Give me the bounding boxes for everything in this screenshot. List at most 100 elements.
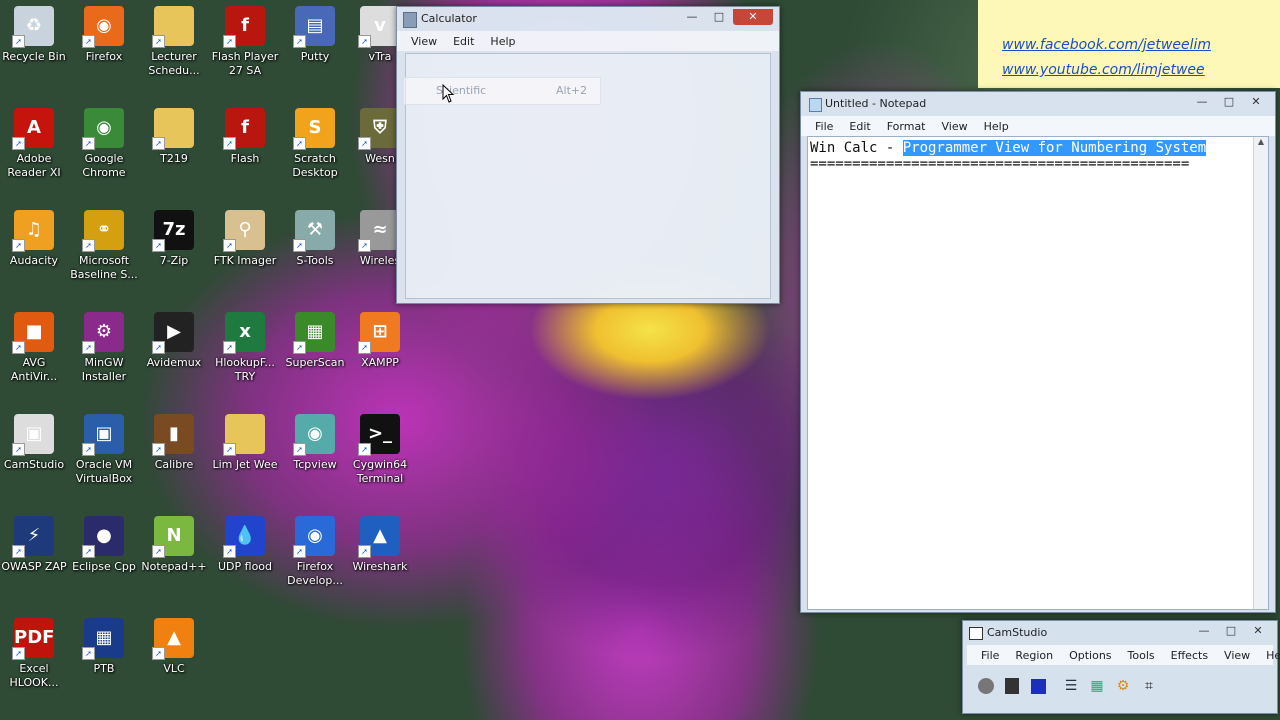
desktop-icon-label: Lecturer Schedu... <box>148 50 200 77</box>
menu-help[interactable]: Help <box>976 120 1017 133</box>
menu-tools[interactable]: Tools <box>1120 649 1163 662</box>
desktop-icon[interactable]: PDF ➚ Excel HLOOK... <box>0 618 68 690</box>
camstudio-window[interactable]: CamStudio — □ ✕ File Region Options Tool… <box>962 620 1280 714</box>
minimize-button[interactable]: — <box>1191 623 1217 639</box>
desktop-icon[interactable]: ▲ ➚ VLC <box>140 618 208 676</box>
region-icon[interactable]: ▦ <box>1087 676 1107 696</box>
desktop-icon[interactable]: ▮ ➚ Calibre <box>140 414 208 472</box>
ptb-icon: ▦ ➚ <box>82 618 124 660</box>
view-dropdown-menu[interactable]: Scientific Alt+2 <box>403 77 601 105</box>
desktop-icon-label: VLC <box>163 662 185 675</box>
calculator-window[interactable]: Calculator — □ ✕ View Edit Help Scientif… <box>396 6 780 304</box>
pause-button[interactable] <box>1002 676 1022 696</box>
menu-view[interactable]: View <box>934 120 976 133</box>
desktop-icon[interactable]: ■ ➚ AVG AntiVir... <box>0 312 68 384</box>
desktop-icon[interactable]: ▣ ➚ Oracle VM VirtualBox <box>70 414 138 486</box>
stop-button[interactable] <box>1028 676 1048 696</box>
desktop-icon[interactable]: x ➚ HlookupF... TRY <box>211 312 279 384</box>
text-line-2: ========================================… <box>810 156 1190 172</box>
desktop-icon[interactable]: ⚲ ➚ FTK Imager <box>211 210 279 268</box>
menu-options[interactable]: Options <box>1061 649 1119 662</box>
minimize-button[interactable]: — <box>679 9 705 25</box>
menu-format[interactable]: Format <box>879 120 934 133</box>
desktop-icon[interactable]: ◉ ➚ Google Chrome <box>70 108 138 180</box>
close-button[interactable]: ✕ <box>733 9 773 25</box>
maximize-button[interactable]: □ <box>1216 94 1242 110</box>
desktop-icon[interactable]: N ➚ Notepad++ <box>140 516 208 574</box>
desktop-icon-label: SuperScan <box>285 356 345 369</box>
youtube-link[interactable]: www.youtube.com/limjetwee <box>1002 62 1205 78</box>
menu-file[interactable]: File <box>973 649 1007 662</box>
folder-icon: ➚ <box>223 414 265 456</box>
desktop-icon[interactable]: ◉ ➚ Firefox <box>70 6 138 64</box>
menu-file[interactable]: File <box>807 120 841 133</box>
chrome-icon: ◉ ➚ <box>82 108 124 150</box>
desktop-icon[interactable]: A ➚ Adobe Reader XI <box>0 108 68 180</box>
settings-gear-icon[interactable]: ⚙ <box>1113 676 1133 696</box>
desktop-icon[interactable]: ➚ T219 <box>140 108 208 166</box>
desktop-icon[interactable]: f ➚ Flash Player 27 SA <box>211 6 279 78</box>
menu-help[interactable]: Help <box>1258 649 1280 662</box>
desktop-icon[interactable]: S ➚ Scratch Desktop <box>281 108 349 180</box>
desktop-icon[interactable]: ◉ ➚ Firefox Develop... <box>281 516 349 588</box>
desktop-icon[interactable]: ♫ ➚ Audacity <box>0 210 68 268</box>
notepad-text-area[interactable]: Win Calc - Programmer View for Numbering… <box>807 136 1269 610</box>
desktop-icon[interactable]: ▶ ➚ Avidemux <box>140 312 208 370</box>
close-button[interactable]: ✕ <box>1245 623 1271 639</box>
desktop-icon[interactable]: ▦ ➚ PTB <box>70 618 138 676</box>
record-button[interactable] <box>976 676 996 696</box>
minimize-button[interactable]: — <box>1189 94 1215 110</box>
desktop-icon[interactable]: ➚ Lim Jet Wee <box>211 414 279 472</box>
facebook-link[interactable]: www.facebook.com/jetweelim <box>1002 37 1211 53</box>
selected-text: Programmer View for Numbering System <box>902 140 1207 156</box>
desktop-icon-label: Calibre <box>154 458 194 471</box>
menu-edit[interactable]: Edit <box>445 35 482 48</box>
audacity-icon: ♫ ➚ <box>12 210 54 252</box>
droplets-icon: 💧 ➚ <box>223 516 265 558</box>
desktop-icon[interactable]: ▣ ➚ CamStudio <box>0 414 68 472</box>
desktop-icon[interactable]: ⊞ ➚ XAMPP <box>346 312 414 370</box>
desktop-icon-label: Wireshark <box>352 560 408 573</box>
menu-region[interactable]: Region <box>1007 649 1061 662</box>
menu-effects[interactable]: Effects <box>1163 649 1216 662</box>
scroll-up-arrow-icon[interactable]: ▲ <box>1254 137 1268 146</box>
camstudio-toolbar: ☰ ▦ ⚙ ⌗ <box>973 673 1162 699</box>
notepad-app-icon <box>809 98 822 112</box>
putty-icon: ▤ ➚ <box>293 6 335 48</box>
desktop-icon[interactable]: >_ ➚ Cygwin64 Terminal <box>346 414 414 486</box>
desktop-icon[interactable]: 7z ➚ 7-Zip <box>140 210 208 268</box>
desktop-icon-label: Oracle VM VirtualBox <box>75 458 133 485</box>
notepad-titlebar[interactable]: Untitled - Notepad — □ ✕ <box>801 92 1275 116</box>
desktop-icon-label: Firefox <box>85 50 123 63</box>
desktop-icon[interactable]: ➚ Lecturer Schedu... <box>140 6 208 78</box>
close-button[interactable]: ✕ <box>1243 94 1269 110</box>
desktop-icon[interactable]: ⚭ ➚ Microsoft Baseline S... <box>70 210 138 282</box>
menu-edit[interactable]: Edit <box>841 120 878 133</box>
firefox-icon: ◉ ➚ <box>82 6 124 48</box>
desktop-icon[interactable]: ▤ ➚ Putty <box>281 6 349 64</box>
maximize-button[interactable]: □ <box>706 9 732 25</box>
camstudio-titlebar[interactable]: CamStudio — □ ✕ <box>963 621 1277 645</box>
desktop-icon[interactable]: ♻ ➚ Recycle Bin <box>0 6 68 64</box>
menu-view[interactable]: View <box>403 35 445 48</box>
calculator-titlebar[interactable]: Calculator — □ ✕ <box>397 7 779 31</box>
desktop-icon-label: Avidemux <box>146 356 202 369</box>
notepad-window[interactable]: Untitled - Notepad — □ ✕ File Edit Forma… <box>800 91 1276 613</box>
desktop-icon[interactable]: ▲ ➚ Wireshark <box>346 516 414 574</box>
terminal-icon: >_ ➚ <box>358 414 400 456</box>
menu-help[interactable]: Help <box>482 35 523 48</box>
desktop-icon[interactable]: ⚒ ➚ S-Tools <box>281 210 349 268</box>
annotation-icon[interactable]: ⌗ <box>1139 676 1159 696</box>
7zip-icon: 7z ➚ <box>152 210 194 252</box>
desktop-icon[interactable]: ● ➚ Eclipse Cpp <box>70 516 138 574</box>
desktop-icon[interactable]: ⚡ ➚ OWASP ZAP <box>0 516 68 574</box>
desktop-icon[interactable]: 💧 ➚ UDP flood <box>211 516 279 574</box>
desktop-icon[interactable]: f ➚ Flash <box>211 108 279 166</box>
maximize-button[interactable]: □ <box>1218 623 1244 639</box>
menu-view[interactable]: View <box>1216 649 1258 662</box>
desktop-icon[interactable]: ◉ ➚ Tcpview <box>281 414 349 472</box>
desktop-icon[interactable]: ▦ ➚ SuperScan <box>281 312 349 370</box>
list-icon[interactable]: ☰ <box>1061 676 1081 696</box>
desktop-icon[interactable]: ⚙ ➚ MinGW Installer <box>70 312 138 384</box>
vertical-scrollbar[interactable]: ▲ <box>1253 137 1268 609</box>
